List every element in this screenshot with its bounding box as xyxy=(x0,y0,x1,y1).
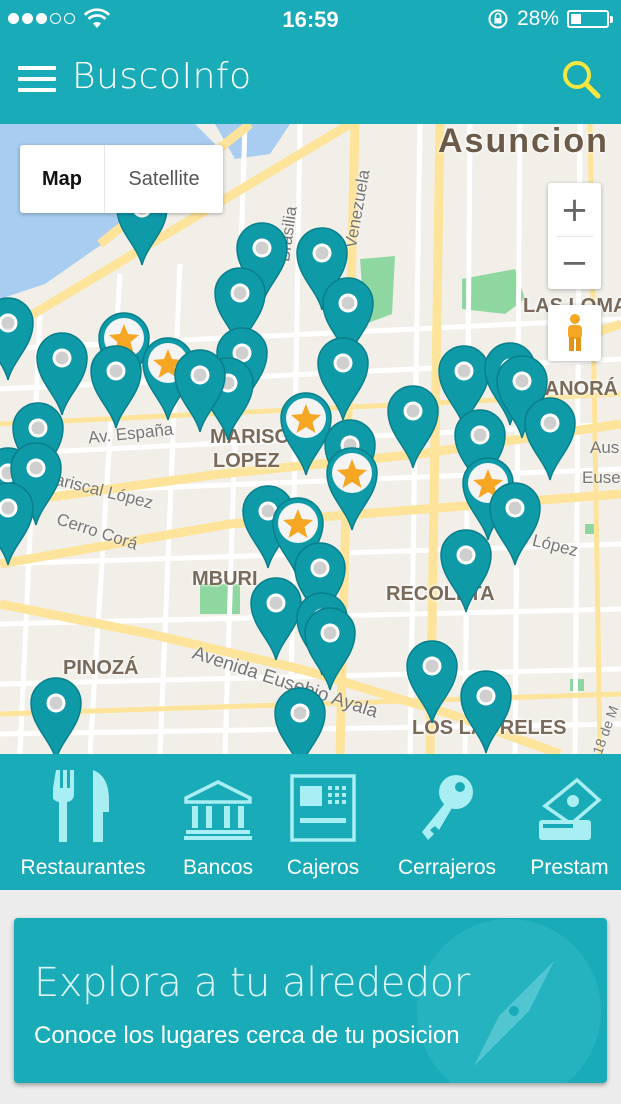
map-label-city: Asuncion xyxy=(438,124,609,160)
featured-place-marker[interactable] xyxy=(323,444,381,532)
category-restaurantes[interactable]: Restaurantes xyxy=(0,754,166,890)
atm-icon xyxy=(290,774,356,842)
category-prestamos[interactable]: Prestam xyxy=(518,754,621,890)
map-pin-icon xyxy=(0,297,34,381)
explore-subtitle: Conoce los lugares cerca de tu posicion xyxy=(34,1022,460,1049)
map-pin-icon xyxy=(524,397,576,481)
category-label: Bancos xyxy=(182,856,254,879)
map-pin-icon xyxy=(174,349,226,433)
fork-knife-icon xyxy=(53,770,109,842)
map-pin-icon xyxy=(0,482,34,566)
orientation-lock-icon xyxy=(488,9,508,29)
category-bancos[interactable]: Bancos xyxy=(166,754,270,890)
map-pin-icon xyxy=(460,670,512,754)
street-label-aus: Aus xyxy=(590,438,620,457)
explore-nearby-card[interactable]: Explora a tu alrededor Conoce los lugare… xyxy=(14,918,607,1083)
loan-icon xyxy=(538,777,602,840)
place-marker[interactable] xyxy=(437,526,495,614)
place-marker[interactable] xyxy=(403,637,461,725)
zoom-out-button[interactable]: − xyxy=(548,236,601,289)
map-pin-icon xyxy=(304,607,356,691)
search-icon[interactable] xyxy=(559,57,603,101)
street-label-euse: Euse xyxy=(582,468,621,487)
zoom-controls: + − xyxy=(548,183,601,289)
map-pin-icon xyxy=(30,677,82,754)
place-marker[interactable] xyxy=(271,684,329,754)
zoom-divider xyxy=(556,236,593,237)
bank-icon xyxy=(184,780,252,840)
place-marker[interactable] xyxy=(384,382,442,470)
map-pin-icon xyxy=(274,687,326,754)
category-cerrajeros[interactable]: Cerrajeros xyxy=(376,754,518,890)
map-type-satellite-button[interactable]: Satellite xyxy=(105,145,223,213)
key-icon xyxy=(422,775,473,840)
battery-percent: 28% xyxy=(516,7,559,30)
place-marker[interactable] xyxy=(301,604,359,692)
map-type-map-button[interactable]: Map xyxy=(20,145,105,213)
place-marker[interactable] xyxy=(521,394,579,482)
map-pin-icon xyxy=(406,640,458,724)
place-marker[interactable] xyxy=(27,674,85,754)
battery-icon xyxy=(567,10,613,28)
map-pin-icon xyxy=(326,447,378,531)
map-pin-icon xyxy=(440,529,492,613)
menu-icon[interactable] xyxy=(18,66,56,96)
map-pin-icon xyxy=(90,345,142,429)
status-bar: 16:59 28% xyxy=(0,0,621,40)
place-marker[interactable] xyxy=(457,667,515,754)
map-label-lopez: LOPEZ xyxy=(213,450,280,472)
category-bar: Restaurantes Bancos Cajeros Cerrajeros P… xyxy=(0,754,621,890)
street-view-pegman-icon[interactable] xyxy=(548,305,601,361)
place-marker[interactable] xyxy=(0,479,37,567)
app-title: BuscoInfo xyxy=(72,56,252,97)
explore-title: Explora a tu alrededor xyxy=(34,960,470,1006)
category-label: Restaurantes xyxy=(20,856,146,879)
category-label: Cerrajeros xyxy=(397,856,497,879)
place-marker[interactable] xyxy=(171,346,229,434)
place-marker[interactable] xyxy=(0,294,37,382)
app-bar: BuscoInfo xyxy=(0,40,621,124)
category-label: Cajeros xyxy=(286,856,360,879)
category-label: Prestam xyxy=(530,856,609,879)
map-view[interactable]: Asuncion LAS LOMA MANORÁ MARISC LOPEZ MB… xyxy=(0,124,621,754)
zoom-in-button[interactable]: + xyxy=(548,183,601,236)
place-marker[interactable] xyxy=(87,342,145,430)
map-pin-icon xyxy=(387,385,439,469)
map-type-toggle: Map Satellite xyxy=(20,145,223,213)
category-cajeros[interactable]: Cajeros xyxy=(270,754,376,890)
